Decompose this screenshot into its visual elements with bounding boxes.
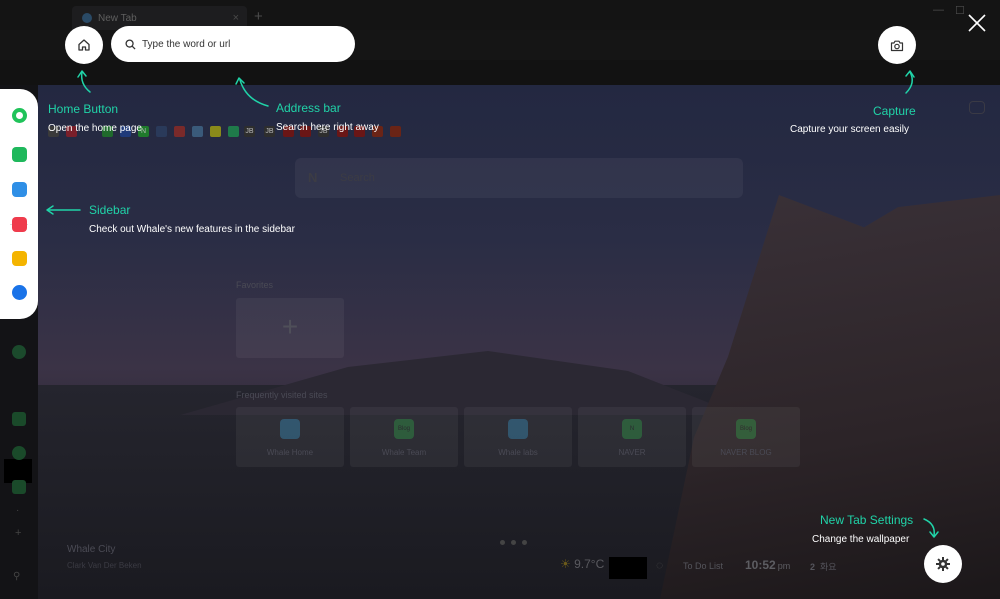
capture-arrow-head (905, 70, 915, 78)
close-tour-icon[interactable] (966, 12, 988, 34)
address-arrow (239, 79, 269, 107)
settings-arrow (923, 518, 936, 537)
callout-arrows (46, 70, 939, 538)
